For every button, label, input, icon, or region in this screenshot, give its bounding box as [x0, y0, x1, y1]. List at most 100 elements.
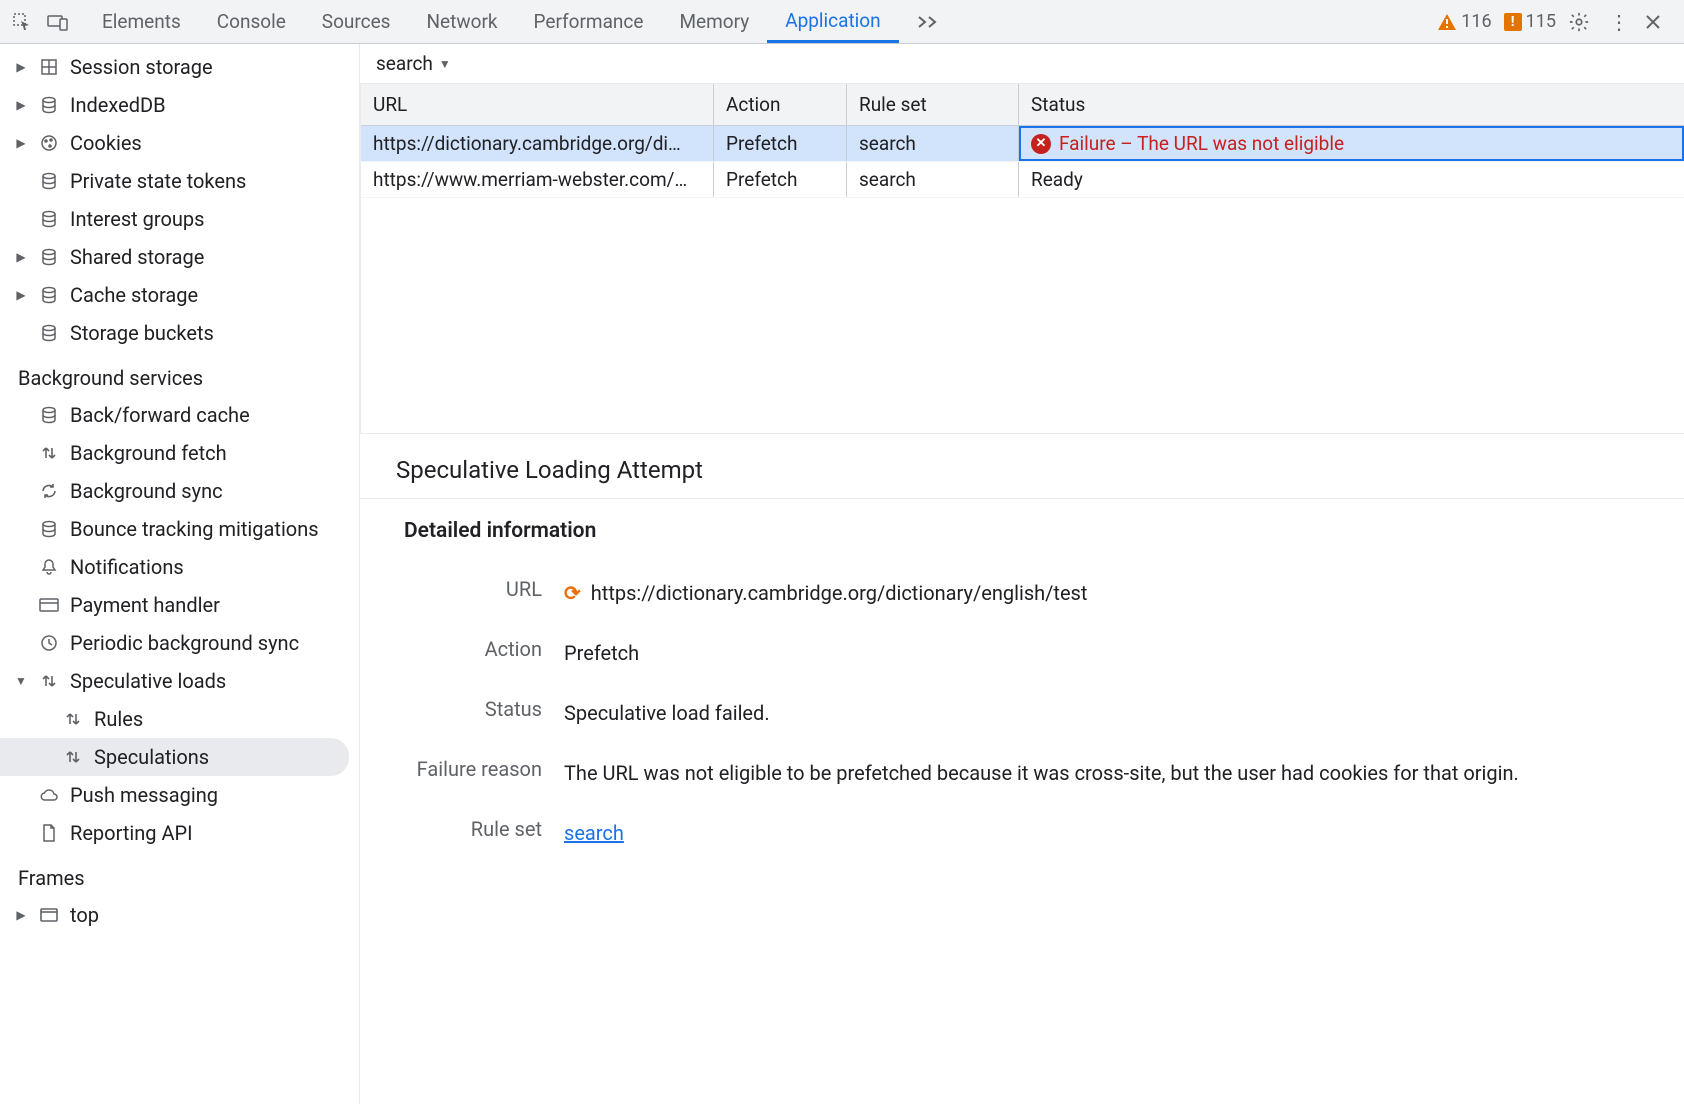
updown-icon	[62, 710, 84, 728]
detail-header: Speculative Loading Attempt	[360, 434, 1684, 499]
db-icon	[38, 210, 60, 228]
grid-icon	[38, 58, 60, 76]
updown-icon	[38, 672, 60, 690]
sidebar-item-label: top	[70, 903, 99, 927]
sync-icon	[38, 482, 60, 500]
table-row[interactable]: https://dictionary.cambridge.org/di… Pre…	[361, 126, 1684, 162]
sidebar-item-label: Session storage	[70, 55, 213, 79]
content-pane: search ▼ URL Action Rule set Status http…	[360, 44, 1684, 1104]
sidebar-item-label: Cookies	[70, 131, 142, 155]
more-icon[interactable]: ⋮	[1606, 10, 1632, 34]
sidebar-item-label: Bounce tracking mitigations	[70, 517, 319, 541]
more-tabs[interactable]	[899, 0, 957, 43]
sidebar-item-background-sync[interactable]: ▶Background sync	[0, 472, 359, 510]
speculations-table: URL Action Rule set Status https://dicti…	[360, 84, 1684, 434]
tab-console[interactable]: Console	[199, 0, 304, 43]
caret-right-icon: ▶	[14, 60, 28, 74]
sidebar-item-label: Shared storage	[70, 245, 204, 269]
caret-down-icon: ▼	[14, 674, 28, 688]
sidebar-item-rules[interactable]: Rules	[0, 700, 359, 738]
caret-right-icon: ▶	[14, 288, 28, 302]
inspect-icon[interactable]	[8, 8, 36, 36]
sidebar-item-periodic-background-sync[interactable]: ▶Periodic background sync	[0, 624, 359, 662]
settings-icon[interactable]	[1568, 11, 1594, 33]
label-action: Action	[404, 637, 564, 661]
tab-application[interactable]: Application	[767, 0, 898, 43]
close-icon[interactable]	[1644, 13, 1670, 31]
caret-right-icon: ▶	[14, 908, 28, 922]
tab-performance[interactable]: Performance	[516, 0, 662, 43]
db-icon	[38, 324, 60, 342]
chevron-down-icon: ▼	[439, 57, 451, 71]
tab-network[interactable]: Network	[408, 0, 515, 43]
cell-rule: search	[847, 126, 1019, 161]
cloud-icon	[38, 787, 60, 803]
cell-action: Prefetch	[714, 162, 847, 197]
col-header-status[interactable]: Status	[1019, 84, 1684, 125]
sidebar-item-storage-buckets[interactable]: ▶Storage buckets	[0, 314, 359, 352]
ruleset-link[interactable]: search	[564, 821, 624, 845]
sidebar-item-shared-storage[interactable]: ▶ Shared storage	[0, 238, 359, 276]
sidebar-item-back-forward-cache[interactable]: ▶Back/forward cache	[0, 396, 359, 434]
sidebar-item-label: Interest groups	[70, 207, 204, 231]
section-background-services: Background services	[0, 352, 359, 396]
devtools-toolbar: Elements Console Sources Network Perform…	[0, 0, 1684, 44]
cell-url: https://www.merriam-webster.com/…	[361, 162, 714, 197]
db-icon	[38, 286, 60, 304]
device-icon[interactable]	[44, 8, 72, 36]
error-circle-icon: ✕	[1031, 134, 1051, 154]
sidebar-item-push-messaging[interactable]: ▶Push messaging	[0, 776, 359, 814]
tab-memory[interactable]: Memory	[661, 0, 767, 43]
sidebar-item-bounce-tracking-mitigations[interactable]: ▶Bounce tracking mitigations	[0, 510, 359, 548]
filter-dropdown[interactable]: search ▼	[360, 44, 1684, 84]
col-header-action[interactable]: Action	[714, 84, 847, 125]
sidebar-item-label: Reporting API	[70, 821, 193, 845]
tab-sources[interactable]: Sources	[304, 0, 409, 43]
bell-icon	[38, 558, 60, 576]
sidebar-item-background-fetch[interactable]: ▶Background fetch	[0, 434, 359, 472]
sidebar-item-reporting-api[interactable]: ▶Reporting API	[0, 814, 359, 852]
value-reason: The URL was not eligible to be prefetche…	[564, 757, 1640, 789]
caret-right-icon: ▶	[14, 250, 28, 264]
card-icon	[38, 597, 60, 613]
sidebar-item-label: Storage buckets	[70, 321, 214, 345]
errors-badge[interactable]: ! 115	[1504, 11, 1556, 32]
value-action: Prefetch	[564, 637, 1640, 669]
warnings-badge[interactable]: 116	[1437, 11, 1491, 32]
label-reason: Failure reason	[404, 757, 564, 781]
sidebar-item-private-state-tokens[interactable]: ▶Private state tokens	[0, 162, 359, 200]
col-header-rule[interactable]: Rule set	[847, 84, 1019, 125]
detail-subheader: Detailed information	[360, 499, 1684, 551]
sidebar-item-notifications[interactable]: ▶Notifications	[0, 548, 359, 586]
value-url: ⟳https://dictionary.cambridge.org/dictio…	[564, 577, 1640, 609]
sidebar-item-label: Push messaging	[70, 783, 218, 807]
doc-icon	[38, 824, 60, 842]
sidebar-item-top-frame[interactable]: ▶ top	[0, 896, 359, 934]
error-icon: !	[1504, 13, 1522, 31]
db-icon	[38, 406, 60, 424]
label-url: URL	[404, 577, 564, 601]
tab-elements[interactable]: Elements	[84, 0, 199, 43]
sidebar-item-session-storage[interactable]: ▶ Session storage	[0, 48, 359, 86]
tab-strip: Elements Console Sources Network Perform…	[84, 0, 1431, 43]
col-header-url[interactable]: URL	[361, 84, 714, 125]
db-icon	[38, 96, 60, 114]
warning-icon	[1437, 13, 1457, 31]
db-icon	[38, 520, 60, 538]
sidebar-item-label: Private state tokens	[70, 169, 246, 193]
sidebar-item-speculations[interactable]: Speculations	[0, 738, 349, 776]
updown-icon	[38, 444, 60, 462]
clock-icon	[38, 634, 60, 652]
application-sidebar: ▶Session storage▶IndexedDB▶Cookies▶Priva…	[0, 44, 360, 1104]
sidebar-item-payment-handler[interactable]: ▶Payment handler	[0, 586, 359, 624]
cell-url: https://dictionary.cambridge.org/di…	[361, 126, 714, 161]
sidebar-item-interest-groups[interactable]: ▶Interest groups	[0, 200, 359, 238]
cell-status: Ready	[1019, 162, 1684, 197]
sidebar-item-cache-storage[interactable]: ▶Cache storage	[0, 276, 359, 314]
table-row[interactable]: https://www.merriam-webster.com/… Prefet…	[361, 162, 1684, 198]
sidebar-item-label: Background sync	[70, 479, 223, 503]
sidebar-item-cookies[interactable]: ▶Cookies	[0, 124, 359, 162]
sidebar-item-label: Payment handler	[70, 593, 220, 617]
sidebar-item-speculative-loads[interactable]: ▼ Speculative loads	[0, 662, 359, 700]
sidebar-item-indexeddb[interactable]: ▶IndexedDB	[0, 86, 359, 124]
